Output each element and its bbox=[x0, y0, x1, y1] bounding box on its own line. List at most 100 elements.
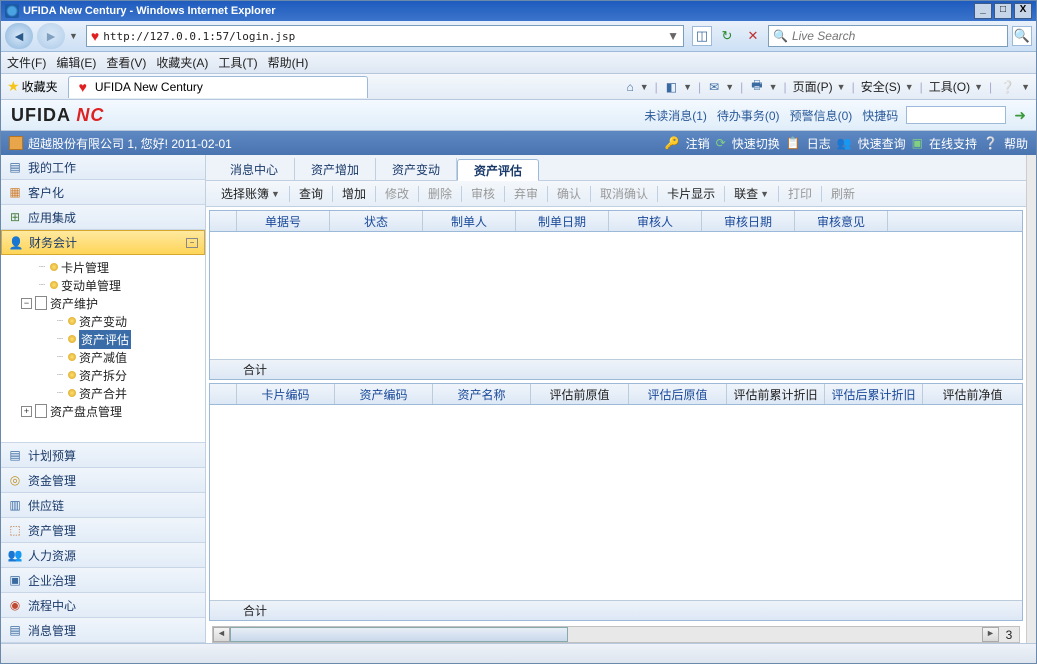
col-maker[interactable]: 制单人 bbox=[423, 211, 516, 231]
feeds-icon[interactable]: ◧ bbox=[664, 80, 679, 94]
col-docno[interactable]: 单据号 bbox=[237, 211, 330, 231]
sidebar-plan[interactable]: ▤计划预算 bbox=[1, 443, 205, 468]
sidebar-mywork[interactable]: ▤我的工作 bbox=[1, 155, 205, 180]
sidebar-asset[interactable]: ⬚资产管理 bbox=[1, 518, 205, 543]
address-bar[interactable]: ♥ http://127.0.0.1:57/login.jsp ▼ bbox=[86, 25, 684, 47]
favorites-star-icon[interactable]: ★ bbox=[7, 78, 20, 95]
tree-maint[interactable]: −资产维护 bbox=[1, 294, 205, 312]
col-preval[interactable]: 评估前原值 bbox=[531, 384, 629, 404]
sidebar-gov[interactable]: ▣企业治理 bbox=[1, 568, 205, 593]
search-go-icon[interactable]: 🔍 bbox=[1012, 26, 1032, 46]
tab-msg[interactable]: 消息中心 bbox=[214, 158, 295, 180]
page-menu[interactable]: 页面(P) bbox=[793, 78, 833, 95]
print-icon[interactable]: 🖶 bbox=[749, 76, 764, 97]
sidebar-customer[interactable]: ▦客户化 bbox=[1, 180, 205, 205]
scroll-left-icon[interactable]: ◄ bbox=[213, 627, 230, 642]
tb-card[interactable]: 卡片显示 bbox=[660, 183, 722, 205]
tab-asset-eval[interactable]: 资产评估 bbox=[457, 159, 539, 181]
menu-tools[interactable]: 工具(T) bbox=[218, 54, 257, 71]
scroll-thumb[interactable] bbox=[230, 627, 568, 642]
search-input[interactable] bbox=[792, 29, 1003, 43]
col-postdep[interactable]: 评估后累计折旧 bbox=[825, 384, 923, 404]
forward-button[interactable]: ► bbox=[37, 23, 65, 49]
refresh-icon[interactable]: ↻ bbox=[716, 25, 738, 47]
switch-link[interactable]: 快速切换 bbox=[732, 135, 780, 152]
sidebar-hr[interactable]: 👥人力资源 bbox=[1, 543, 205, 568]
tb-query[interactable]: 查询 bbox=[292, 183, 330, 205]
collapse-icon[interactable]: − bbox=[186, 238, 198, 248]
tree-change[interactable]: ┈变动单管理 bbox=[1, 276, 205, 294]
dropdown-icon[interactable]: ▼ bbox=[69, 31, 78, 41]
col-postval[interactable]: 评估后原值 bbox=[629, 384, 727, 404]
help-link[interactable]: 帮助 bbox=[1004, 135, 1028, 152]
col-makedate[interactable]: 制单日期 bbox=[516, 211, 609, 231]
h-scrollbar[interactable]: ◄ ► 3 bbox=[212, 626, 1020, 643]
sidebar-finance[interactable]: 👤财务会计− bbox=[1, 230, 205, 255]
quickcode-input[interactable] bbox=[906, 106, 1006, 124]
col-assetcode[interactable]: 资产编码 bbox=[335, 384, 433, 404]
scroll-right-icon[interactable]: ► bbox=[982, 627, 999, 642]
tree-asset-merge[interactable]: ┈资产合并 bbox=[1, 384, 205, 402]
expand-node-icon[interactable]: + bbox=[21, 406, 32, 417]
tools-menu[interactable]: 工具(O) bbox=[929, 78, 970, 95]
favorites-label[interactable]: 收藏夹 bbox=[22, 78, 58, 95]
col-prenet[interactable]: 评估前净值 bbox=[923, 384, 1022, 404]
unread-link[interactable]: 未读消息(1) bbox=[644, 107, 707, 124]
qsearch-link[interactable]: 快速查询 bbox=[858, 135, 906, 152]
sidebar-supply[interactable]: ▥供应链 bbox=[1, 493, 205, 518]
col-auditdate[interactable]: 审核日期 bbox=[702, 211, 795, 231]
tree-asset-split[interactable]: ┈资产拆分 bbox=[1, 366, 205, 384]
todo-link[interactable]: 待办事务(0) bbox=[717, 107, 780, 124]
tree-inventory[interactable]: +资产盘点管理 bbox=[1, 402, 205, 420]
tb-union[interactable]: 联查▼ bbox=[727, 183, 776, 205]
logout-link[interactable]: 注销 bbox=[686, 135, 710, 152]
sidebar-process[interactable]: ◉流程中心 bbox=[1, 593, 205, 618]
tree-asset-change[interactable]: ┈资产变动 bbox=[1, 312, 205, 330]
v-scrollbar[interactable] bbox=[1026, 155, 1036, 643]
mywork-icon: ▤ bbox=[7, 159, 23, 175]
tree-asset-eval[interactable]: ┈资产评估 bbox=[1, 330, 205, 348]
col-assetname[interactable]: 资产名称 bbox=[433, 384, 531, 404]
address-dropdown-icon[interactable]: ▼ bbox=[667, 29, 679, 43]
sidebar-integration[interactable]: ⊞应用集成 bbox=[1, 205, 205, 230]
compat-icon[interactable]: ◫ bbox=[692, 26, 712, 46]
stop-icon[interactable]: ✕ bbox=[742, 25, 764, 47]
mail-icon[interactable]: ✉ bbox=[707, 80, 721, 94]
menu-edit[interactable]: 编辑(E) bbox=[56, 54, 96, 71]
search-box[interactable]: 🔍 bbox=[768, 25, 1008, 47]
col-auditor[interactable]: 审核人 bbox=[609, 211, 702, 231]
navbar: ◄ ► ▼ ♥ http://127.0.0.1:57/login.jsp ▼ … bbox=[1, 21, 1036, 52]
log-link[interactable]: 日志 bbox=[807, 135, 831, 152]
safety-menu[interactable]: 安全(S) bbox=[861, 78, 901, 95]
menu-file[interactable]: 文件(F) bbox=[7, 54, 46, 71]
grid2-body[interactable] bbox=[210, 405, 1022, 600]
menu-favorites[interactable]: 收藏夹(A) bbox=[156, 54, 208, 71]
menu-help[interactable]: 帮助(H) bbox=[268, 54, 309, 71]
tb-add[interactable]: 增加 bbox=[335, 183, 373, 205]
col-cardcode[interactable]: 卡片编码 bbox=[237, 384, 335, 404]
col-opinion[interactable]: 审核意见 bbox=[795, 211, 888, 231]
tree-asset-impair[interactable]: ┈资产减值 bbox=[1, 348, 205, 366]
minimize-button[interactable]: _ bbox=[974, 3, 992, 19]
tab-asset-change[interactable]: 资产变动 bbox=[376, 158, 457, 180]
back-button[interactable]: ◄ bbox=[5, 23, 33, 49]
tree-card[interactable]: ┈卡片管理 bbox=[1, 258, 205, 276]
tab-title: UFIDA New Century bbox=[95, 80, 203, 94]
tb-select[interactable]: 选择账簿▼ bbox=[214, 183, 287, 205]
grid1-body[interactable] bbox=[210, 232, 1022, 359]
tab-asset-add[interactable]: 资产增加 bbox=[295, 158, 376, 180]
go-arrow-icon[interactable]: ➜ bbox=[1014, 107, 1026, 124]
menu-view[interactable]: 查看(V) bbox=[106, 54, 146, 71]
col-predep[interactable]: 评估前累计折旧 bbox=[727, 384, 825, 404]
close-button[interactable]: X bbox=[1014, 3, 1032, 19]
support-link[interactable]: 在线支持 bbox=[929, 135, 977, 152]
col-status[interactable]: 状态 bbox=[330, 211, 423, 231]
collapse-node-icon[interactable]: − bbox=[21, 298, 32, 309]
sidebar-fund[interactable]: ◎资金管理 bbox=[1, 468, 205, 493]
sidebar-message[interactable]: ▤消息管理 bbox=[1, 618, 205, 643]
warn-link[interactable]: 预警信息(0) bbox=[790, 107, 853, 124]
maximize-button[interactable]: □ bbox=[994, 3, 1012, 19]
help-icon[interactable]: ❔ bbox=[998, 80, 1017, 94]
home-icon[interactable]: ⌂ bbox=[624, 80, 635, 94]
browser-tab[interactable]: ♥ UFIDA New Century bbox=[68, 76, 368, 98]
